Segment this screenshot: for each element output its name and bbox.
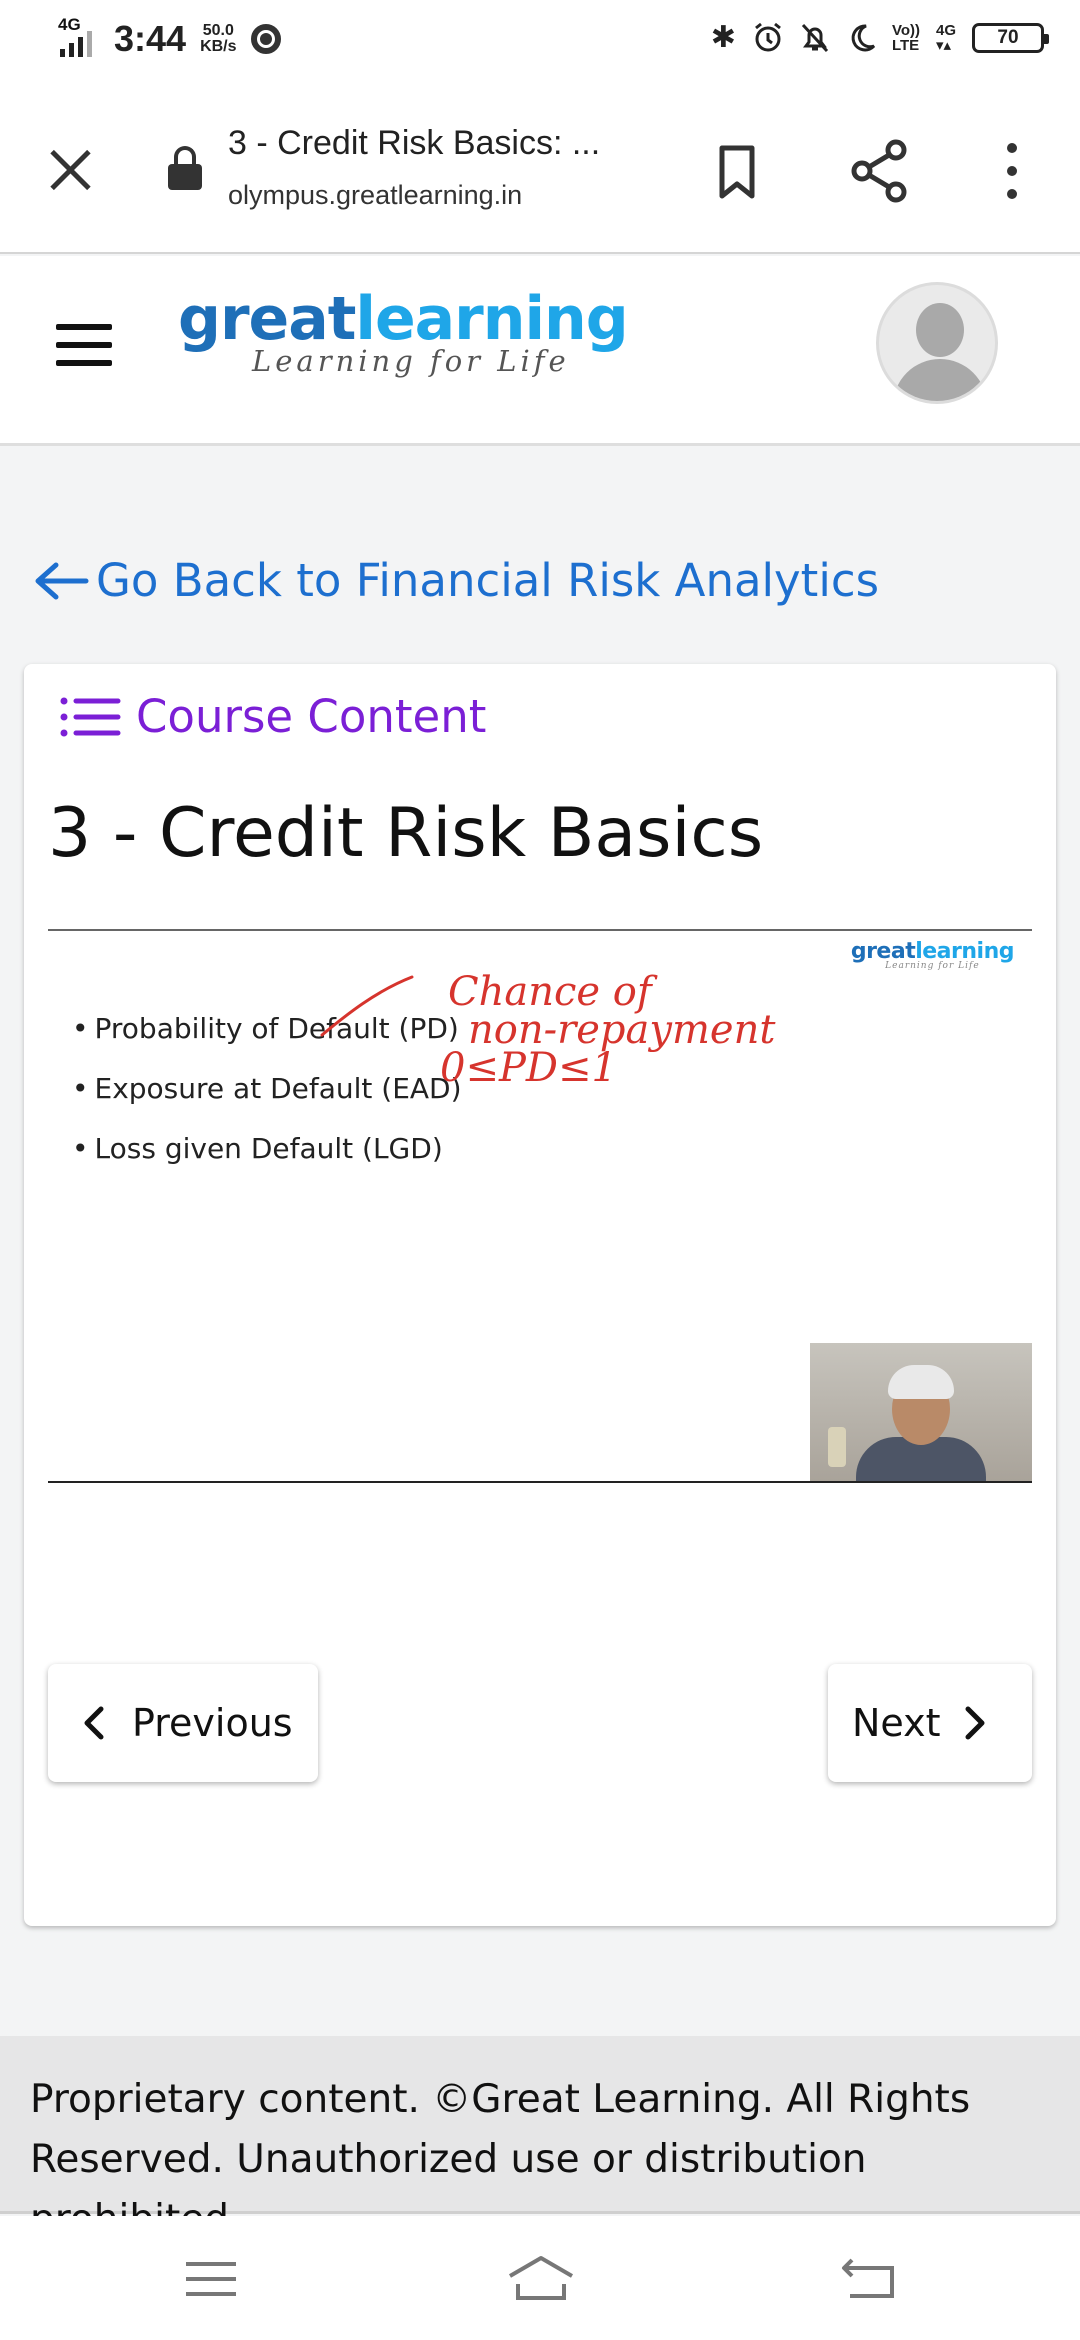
previous-label: Previous: [132, 1701, 293, 1745]
annotation-stroke: [320, 975, 414, 1037]
lesson-card: Course Content 3 - Credit Risk Basics gr…: [24, 664, 1056, 1926]
chevron-right-icon: [965, 1706, 985, 1740]
next-button[interactable]: Next: [828, 1664, 1032, 1782]
close-icon[interactable]: [38, 138, 102, 202]
footer: Proprietary content. ©Great Learning. Al…: [0, 2036, 1080, 2242]
notifications-off-icon: [801, 23, 829, 53]
bookmark-icon[interactable]: [702, 136, 772, 206]
battery-icon: 70: [972, 23, 1049, 53]
network-speed: 50.0 KB/s: [200, 23, 236, 55]
speed-value: 50.0: [202, 22, 234, 39]
site-header: greatlearning Learning for Life: [0, 256, 1080, 446]
previous-button[interactable]: Previous: [48, 1664, 318, 1782]
home-icon[interactable]: [506, 2254, 576, 2304]
back-icon[interactable]: [834, 2254, 904, 2304]
slide-logo: greatlearning Learning for Life: [850, 939, 1015, 971]
hamburger-icon[interactable]: [56, 324, 114, 368]
net-4g-indicator: 4G ▾▴: [935, 22, 956, 54]
chrome-icon: [250, 24, 281, 54]
slide-bullet: Loss given Default (LGD): [72, 1132, 443, 1165]
battery-level: 70: [997, 27, 1019, 48]
video-player[interactable]: greatlearning Learning for Life Probabil…: [48, 929, 1032, 1483]
page-title[interactable]: 3 - Credit Risk Basics: ...: [228, 124, 648, 163]
slide-bullet: Exposure at Default (EAD): [72, 1072, 462, 1105]
avatar[interactable]: [876, 282, 998, 404]
back-to-course-link[interactable]: Go Back to Financial Risk Analytics: [32, 554, 879, 607]
alarm-icon: [755, 22, 781, 52]
share-icon[interactable]: [846, 136, 916, 206]
next-label: Next: [852, 1701, 941, 1745]
lesson-title: 3 - Credit Risk Basics: [48, 794, 764, 873]
menu-icon[interactable]: [176, 2254, 246, 2304]
back-link-label: Go Back to Financial Risk Analytics: [96, 554, 880, 607]
status-left: 4G 3:44 50.0 KB/s: [56, 15, 281, 60]
bluetooth-icon: ✱: [710, 21, 736, 54]
course-content-label: Course Content: [136, 690, 487, 743]
do-not-disturb-moon-icon: [851, 24, 876, 52]
annotation-line: 0≤PD≤1: [440, 1045, 617, 1091]
status-bar: 4G 3:44 50.0 KB/s ✱ Vo)) LTE 4G ▾▴ 70: [0, 0, 1080, 84]
chevron-left-icon: [84, 1706, 104, 1740]
signal-icon: 4G: [56, 15, 100, 59]
lock-icon[interactable]: [166, 146, 204, 190]
speed-unit: KB/s: [200, 38, 237, 55]
browser-toolbar: 3 - Credit Risk Basics: ... olympus.grea…: [0, 84, 1080, 254]
system-nav-bar: [0, 2216, 1080, 2340]
more-vert-icon[interactable]: [980, 136, 1050, 206]
volte-indicator: Vo)) LTE: [891, 22, 920, 54]
arrow-left-icon: [35, 562, 89, 599]
page-url[interactable]: olympus.greatlearning.in: [228, 180, 522, 211]
list-icon: [60, 697, 121, 736]
network-tag: 4G: [58, 15, 81, 34]
clock: 3:44: [114, 18, 187, 59]
presenter-thumbnail: [810, 1343, 1032, 1481]
status-right: ✱ Vo)) LTE 4G ▾▴ 70: [710, 20, 1049, 56]
greatlearning-logo[interactable]: greatlearning Learning for Life: [178, 286, 629, 378]
course-content-link[interactable]: Course Content: [58, 690, 486, 743]
